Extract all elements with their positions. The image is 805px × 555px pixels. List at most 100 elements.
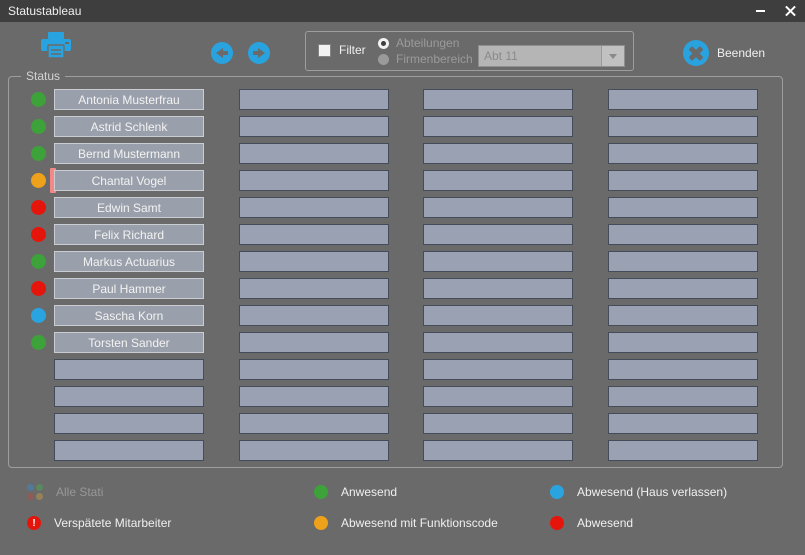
empty-slot-button[interactable] <box>608 197 758 218</box>
employee-button[interactable]: Paul Hammer <box>54 278 204 299</box>
empty-slot-button[interactable] <box>608 305 758 326</box>
status-dot-abwesend-funktionscode <box>31 173 46 188</box>
employee-button[interactable]: Torsten Sander <box>54 332 204 353</box>
empty-slot-button[interactable] <box>423 440 573 461</box>
empty-slot-button[interactable] <box>423 332 573 353</box>
empty-slot-button[interactable] <box>608 332 758 353</box>
empty-slot-button[interactable] <box>239 251 389 272</box>
empty-slot-button[interactable] <box>423 305 573 326</box>
empty-slot-button[interactable] <box>239 224 389 245</box>
quit-x-icon <box>683 40 709 66</box>
minimize-icon <box>756 10 765 12</box>
status-row: Felix Richard <box>9 224 782 245</box>
printer-icon <box>38 31 74 62</box>
radio-firmenbereich[interactable] <box>378 54 389 65</box>
status-row: Markus Actuarius <box>9 251 782 272</box>
empty-slot-button[interactable] <box>54 359 204 380</box>
status-dot-anwesend <box>31 254 46 269</box>
empty-slot-button[interactable] <box>423 386 573 407</box>
empty-slot-button[interactable] <box>239 386 389 407</box>
empty-slot-button[interactable] <box>239 359 389 380</box>
radio-abteilungen[interactable] <box>378 38 389 49</box>
empty-slot-button[interactable] <box>423 413 573 434</box>
empty-slot-button[interactable] <box>423 197 573 218</box>
empty-slot-button[interactable] <box>239 332 389 353</box>
empty-slot-button[interactable] <box>608 116 758 137</box>
status-row: Paul Hammer <box>9 278 782 299</box>
empty-slot-button[interactable] <box>423 251 573 272</box>
empty-slot-button[interactable] <box>239 116 389 137</box>
filter-checkbox[interactable] <box>318 44 331 57</box>
empty-slot-button[interactable] <box>608 143 758 164</box>
print-button[interactable] <box>38 31 74 62</box>
empty-slot-button[interactable] <box>608 413 758 434</box>
empty-slot-button[interactable] <box>54 386 204 407</box>
employee-button[interactable]: Astrid Schlenk <box>54 116 204 137</box>
department-dropdown-value: Abt 11 <box>479 49 601 63</box>
empty-slot-button[interactable] <box>423 89 573 110</box>
filter-checkbox-label: Filter <box>339 43 366 57</box>
empty-slot-button[interactable] <box>608 224 758 245</box>
status-row: Chantal Vogel <box>9 170 782 191</box>
empty-slot-button[interactable] <box>239 143 389 164</box>
empty-slot-button[interactable] <box>239 197 389 218</box>
status-dot-abwesend <box>31 200 46 215</box>
empty-slot-button[interactable] <box>423 359 573 380</box>
empty-slot-button[interactable] <box>239 170 389 191</box>
status-row: Sascha Korn <box>9 305 782 326</box>
status-circle-icon <box>550 516 564 530</box>
empty-slot-button[interactable] <box>423 224 573 245</box>
legend-item: Abwesend (Haus verlassen) <box>550 484 727 500</box>
next-page-button[interactable] <box>248 42 270 64</box>
all-stati-icon <box>27 484 43 500</box>
empty-slot-button[interactable] <box>239 440 389 461</box>
employee-button[interactable]: Sascha Korn <box>54 305 204 326</box>
minimize-button[interactable] <box>745 0 775 22</box>
chevron-down-icon <box>609 54 617 59</box>
empty-slot-button[interactable] <box>608 440 758 461</box>
empty-slot-button[interactable] <box>239 305 389 326</box>
empty-slot-button[interactable] <box>608 251 758 272</box>
empty-slot-button[interactable] <box>54 413 204 434</box>
legend-label: Anwesend <box>341 485 397 499</box>
status-circle-icon <box>314 516 328 530</box>
legend-label: Alle Stati <box>56 485 103 499</box>
empty-slot-button[interactable] <box>608 278 758 299</box>
status-dot-abwesend-haus-verlassen <box>31 308 46 323</box>
quit-button[interactable]: Beenden <box>683 40 765 66</box>
employee-button[interactable]: Felix Richard <box>54 224 204 245</box>
empty-slot-button[interactable] <box>608 386 758 407</box>
dropdown-arrow-button[interactable] <box>601 46 624 66</box>
quit-button-label: Beenden <box>717 46 765 60</box>
status-dot-abwesend <box>31 227 46 242</box>
radio-abteilungen-label: Abteilungen <box>396 36 459 50</box>
filter-groupbox: Filter Abteilungen Firmenbereich Abt 11 <box>305 31 634 71</box>
empty-slot-button[interactable] <box>608 359 758 380</box>
empty-slot-button[interactable] <box>423 116 573 137</box>
employee-button[interactable]: Edwin Samt <box>54 197 204 218</box>
department-dropdown[interactable]: Abt 11 <box>478 45 625 67</box>
legend-label: Verspätete Mitarbeiter <box>54 516 171 530</box>
empty-slot-button[interactable] <box>239 413 389 434</box>
empty-slot-button[interactable] <box>608 89 758 110</box>
empty-slot-button[interactable] <box>608 170 758 191</box>
employee-button[interactable]: Markus Actuarius <box>54 251 204 272</box>
employee-button[interactable]: Bernd Mustermann <box>54 143 204 164</box>
status-row: Bernd Mustermann <box>9 143 782 164</box>
close-button[interactable] <box>775 0 805 22</box>
status-dot-anwesend <box>31 335 46 350</box>
empty-slot-button[interactable] <box>423 143 573 164</box>
empty-slot-button[interactable] <box>54 440 204 461</box>
legend-label: Abwesend mit Funktionscode <box>341 516 498 530</box>
empty-slot-button[interactable] <box>423 278 573 299</box>
window-title: Statustableau <box>0 4 745 18</box>
empty-slot-button[interactable] <box>423 170 573 191</box>
employee-button[interactable]: Chantal Vogel <box>54 170 204 191</box>
empty-slot-button[interactable] <box>239 278 389 299</box>
status-groupbox: Status Antonia MusterfrauAstrid SchlenkB… <box>8 76 783 468</box>
empty-slot-button[interactable] <box>239 89 389 110</box>
status-row: Torsten Sander <box>9 332 782 353</box>
legend-item: Abwesend <box>550 515 633 531</box>
previous-page-button[interactable] <box>211 42 233 64</box>
employee-button[interactable]: Antonia Musterfrau <box>54 89 204 110</box>
